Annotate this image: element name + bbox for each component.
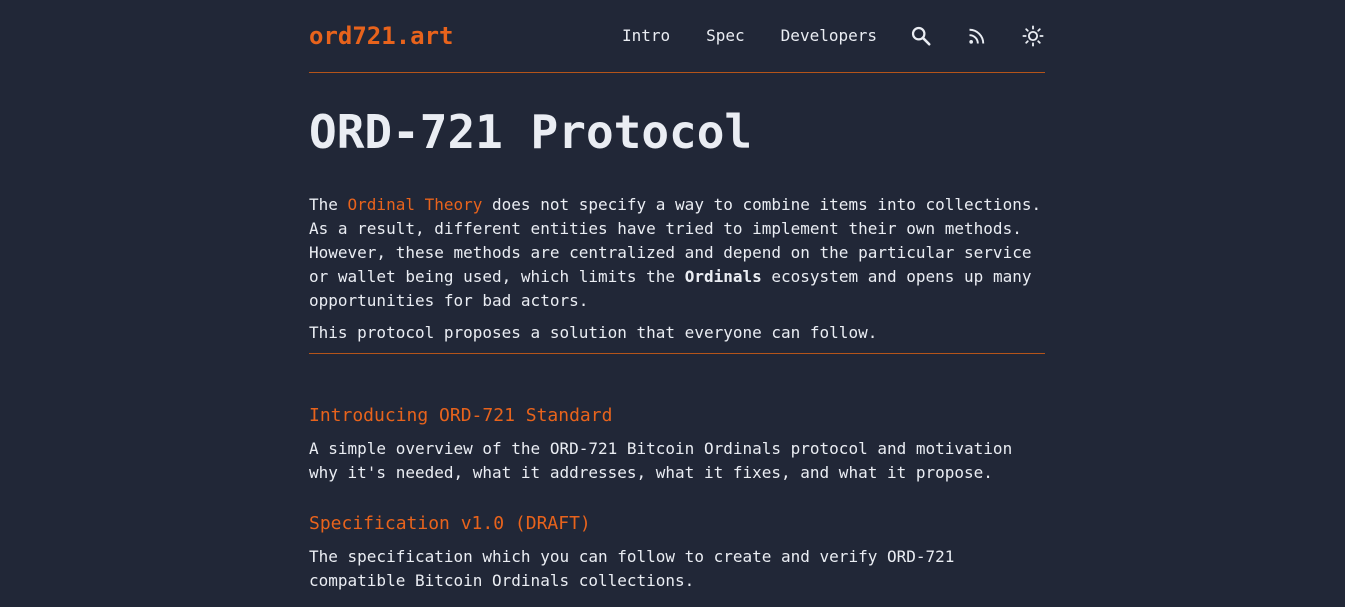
theme-toggle-button[interactable] [1021, 24, 1045, 48]
section-divider [309, 353, 1045, 354]
ordinals-emphasis: Ordinals [684, 267, 762, 286]
main-nav: Intro Spec Developers [622, 22, 1045, 50]
post-card: Introducing ORD-721 Standard A simple ov… [309, 403, 1045, 485]
ordinal-theory-link[interactable]: Ordinal Theory [348, 195, 483, 214]
page-title: ORD-721 Protocol [309, 105, 753, 159]
site-header: ord721.art Intro Spec Developers [309, 0, 1045, 73]
nav-link-spec[interactable]: Spec [706, 22, 745, 50]
page-container: ord721.art Intro Spec Developers ORD-721… [309, 0, 1045, 590]
search-button[interactable] [909, 24, 933, 48]
post-title-link[interactable]: Specification v1.0 (DRAFT) [309, 513, 591, 534]
intro-section: The Ordinal Theory does not specify a wa… [309, 193, 1045, 345]
intro-paragraph-2: This protocol proposes a solution that e… [309, 323, 878, 342]
sun-icon [1022, 25, 1044, 47]
rss-icon [969, 28, 985, 44]
post-title-link[interactable]: Introducing ORD-721 Standard [309, 405, 612, 426]
post-description: A simple overview of the ORD-721 Bitcoin… [309, 439, 1013, 482]
nav-link-developers[interactable]: Developers [781, 22, 877, 50]
search-icon [911, 26, 931, 46]
intro-text-before: The [309, 195, 348, 214]
post-description: The specification which you can follow t… [309, 547, 955, 590]
post-title: Specification v1.0 (DRAFT) [309, 511, 1045, 537]
intro-paragraph: The Ordinal Theory does not specify a wa… [309, 193, 1045, 313]
post-title: Introducing ORD-721 Standard [309, 403, 1045, 429]
rss-button[interactable] [965, 24, 989, 48]
post-card: Specification v1.0 (DRAFT) The specifica… [309, 511, 1045, 593]
nav-link-intro[interactable]: Intro [622, 22, 670, 50]
site-logo[interactable]: ord721.art [309, 20, 454, 52]
